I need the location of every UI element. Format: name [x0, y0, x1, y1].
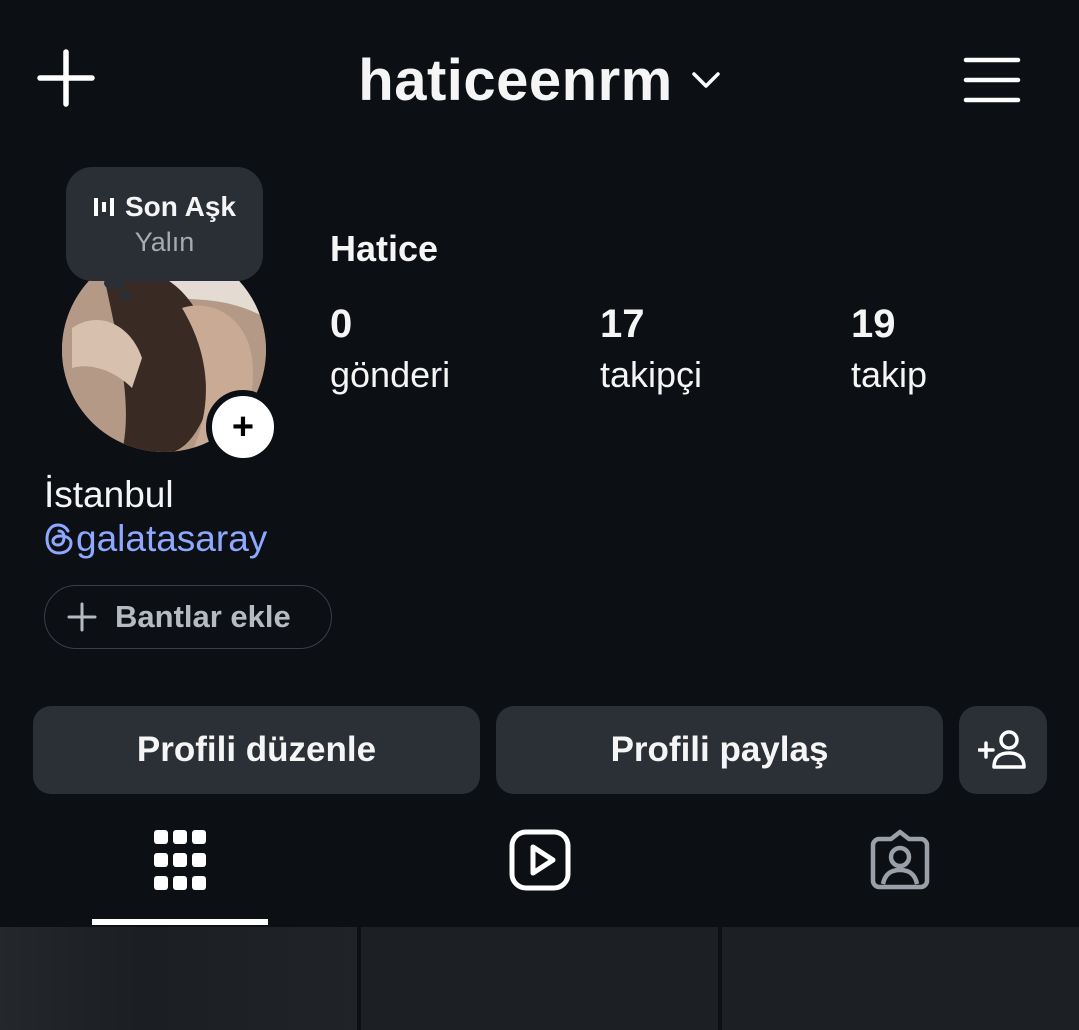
reels-icon	[509, 829, 571, 891]
account-switcher[interactable]: haticeenrm	[0, 44, 1079, 116]
tab-tagged[interactable]	[840, 820, 960, 900]
username: haticeenrm	[358, 47, 673, 113]
bio-location: İstanbul	[44, 474, 174, 515]
grid-icon	[154, 830, 206, 890]
music-note-bubble[interactable]: Son Aşk Yalın	[66, 167, 263, 281]
posts-count: 0	[330, 302, 353, 346]
tab-reels[interactable]	[480, 820, 600, 900]
menu-button[interactable]	[958, 48, 1026, 112]
following-stat[interactable]: 19 takip	[851, 300, 927, 402]
chevron-down-icon	[691, 72, 720, 88]
followers-stat[interactable]: 17 takipçi	[600, 300, 702, 402]
threads-icon	[45, 523, 73, 555]
followers-count: 17	[600, 302, 645, 346]
full-name: Hatice	[330, 228, 439, 269]
music-artist: Yalın	[134, 226, 195, 257]
share-profile-button[interactable]: Profili paylaş	[496, 706, 943, 794]
music-bars-icon	[94, 197, 114, 216]
post-thumbnail[interactable]	[722, 927, 1079, 1030]
post-thumbnail[interactable]	[361, 927, 718, 1030]
posts-label: gönderi	[330, 354, 451, 395]
following-count: 19	[851, 302, 896, 346]
followers-label: takipçi	[600, 354, 703, 395]
posts-stat[interactable]: 0 gönderi	[330, 300, 450, 402]
plus-icon: +	[231, 406, 255, 448]
threads-handle: galatasaray	[76, 518, 268, 559]
plus-icon	[67, 602, 97, 632]
add-story-button[interactable]: +	[206, 390, 280, 464]
music-title: Son Aşk	[125, 190, 236, 222]
active-tab-indicator	[92, 919, 268, 925]
add-bands-button[interactable]: Bantlar ekle	[44, 585, 332, 649]
share-profile-label: Profili paylaş	[610, 730, 829, 769]
post-thumbnail[interactable]	[0, 927, 357, 1030]
discover-people-button[interactable]	[959, 706, 1047, 794]
add-person-icon	[978, 730, 1026, 769]
following-label: takip	[851, 354, 928, 395]
hamburger-menu-icon	[963, 57, 1021, 103]
tagged-person-icon	[870, 829, 930, 890]
edit-profile-button[interactable]: Profili düzenle	[33, 706, 480, 794]
tab-posts[interactable]	[120, 820, 240, 900]
edit-profile-label: Profili düzenle	[136, 730, 377, 769]
threads-link[interactable]: galatasaray	[44, 518, 267, 560]
music-bubble-tail-dot	[120, 290, 131, 301]
add-bands-label: Bantlar ekle	[115, 599, 291, 634]
